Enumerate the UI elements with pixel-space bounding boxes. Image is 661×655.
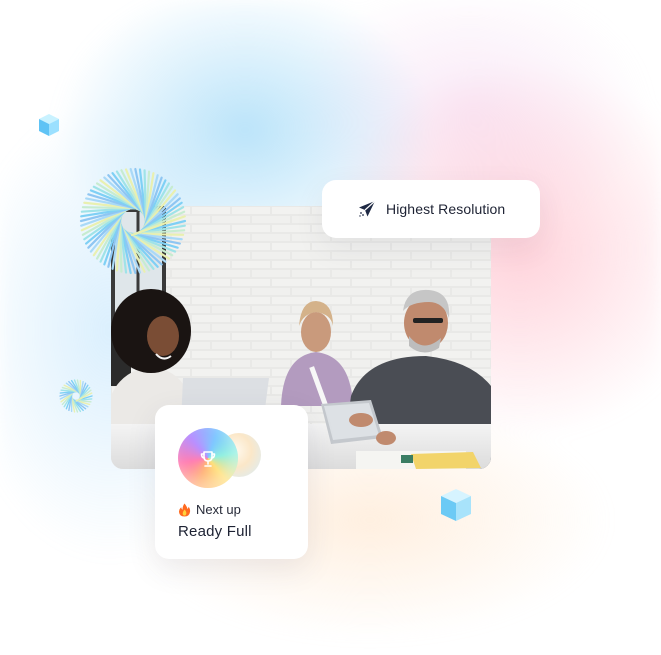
paper-plane-icon: [359, 200, 376, 217]
resolution-label: Highest Resolution: [386, 201, 506, 217]
cube-decoration: [39, 114, 59, 136]
fire-icon: [178, 503, 191, 516]
resolution-badge: Highest Resolution: [322, 180, 540, 238]
next-up-card: Next up Ready Full: [155, 405, 308, 559]
next-up-label: Next up: [196, 502, 241, 517]
cube-decoration: [441, 489, 471, 521]
trophy-icon: [200, 451, 216, 467]
next-up-row: Next up: [178, 502, 241, 517]
status-label: Ready Full: [178, 523, 252, 540]
ring-decoration: [59, 379, 93, 413]
